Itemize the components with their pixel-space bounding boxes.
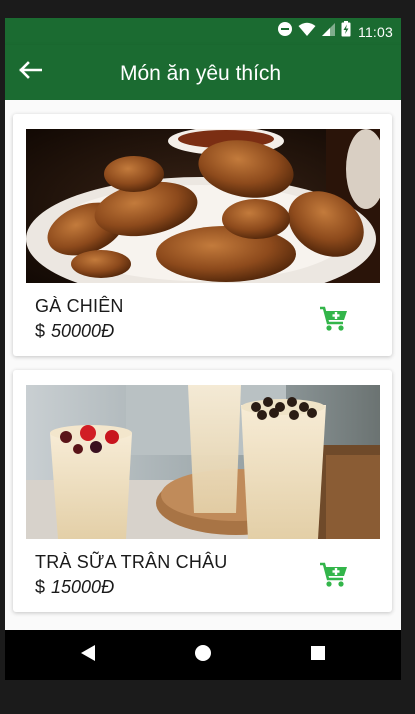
home-circle-icon (194, 644, 212, 667)
bubble-milk-tea-photo (26, 385, 380, 539)
add-to-cart-icon (319, 562, 349, 593)
arrow-back-icon (18, 60, 43, 84)
fried-chicken-photo (26, 129, 380, 283)
price-value: 50000Đ (51, 321, 115, 341)
nav-home-button[interactable] (193, 644, 213, 667)
food-name: GÀ CHIÊN (35, 296, 124, 316)
add-to-cart-button[interactable] (318, 306, 350, 336)
app-screen: 11:03 Món ăn yêu thích GÀ CHIÊN $ 50000Đ… (5, 18, 401, 680)
nav-back-button[interactable] (78, 644, 98, 667)
food-price: $50000Đ (35, 321, 114, 342)
add-to-cart-icon (319, 306, 349, 337)
system-nav-bar (5, 630, 401, 680)
page-title: Món ăn yêu thích (120, 62, 282, 85)
dollar-sign: $ (35, 577, 46, 597)
food-name: TRÀ SỮA TRÂN CHÂU (35, 552, 228, 572)
price-value: 15000Đ (51, 577, 115, 597)
wifi-icon (298, 22, 316, 42)
nav-recents-button[interactable] (308, 645, 328, 665)
recents-square-icon (310, 645, 326, 666)
do-not-disturb-icon (277, 21, 293, 42)
cell-signal-icon (321, 22, 336, 42)
device-frame: 11:03 Món ăn yêu thích GÀ CHIÊN $ 50000Đ… (0, 0, 415, 714)
favorites-list: GÀ CHIÊN $50000Đ TRÀ SỮA TRÂN CHÂU $ 150… (5, 100, 401, 630)
back-button[interactable] (13, 57, 47, 87)
dollar-sign: $ (35, 321, 46, 341)
status-icons: 11:03 (277, 21, 393, 42)
food-price: $15000Đ (35, 577, 114, 598)
battery-charging-icon (341, 21, 351, 42)
status-time: 11:03 (358, 23, 393, 40)
back-triangle-icon (80, 644, 96, 667)
favorite-card[interactable]: TRÀ SỮA TRÂN CHÂU $15000Đ (13, 370, 392, 612)
favorite-card[interactable]: GÀ CHIÊN $50000Đ (13, 114, 392, 356)
add-to-cart-button[interactable] (318, 562, 350, 592)
status-bar: 11:03 (5, 18, 401, 45)
app-bar: Món ăn yêu thích (5, 45, 401, 100)
